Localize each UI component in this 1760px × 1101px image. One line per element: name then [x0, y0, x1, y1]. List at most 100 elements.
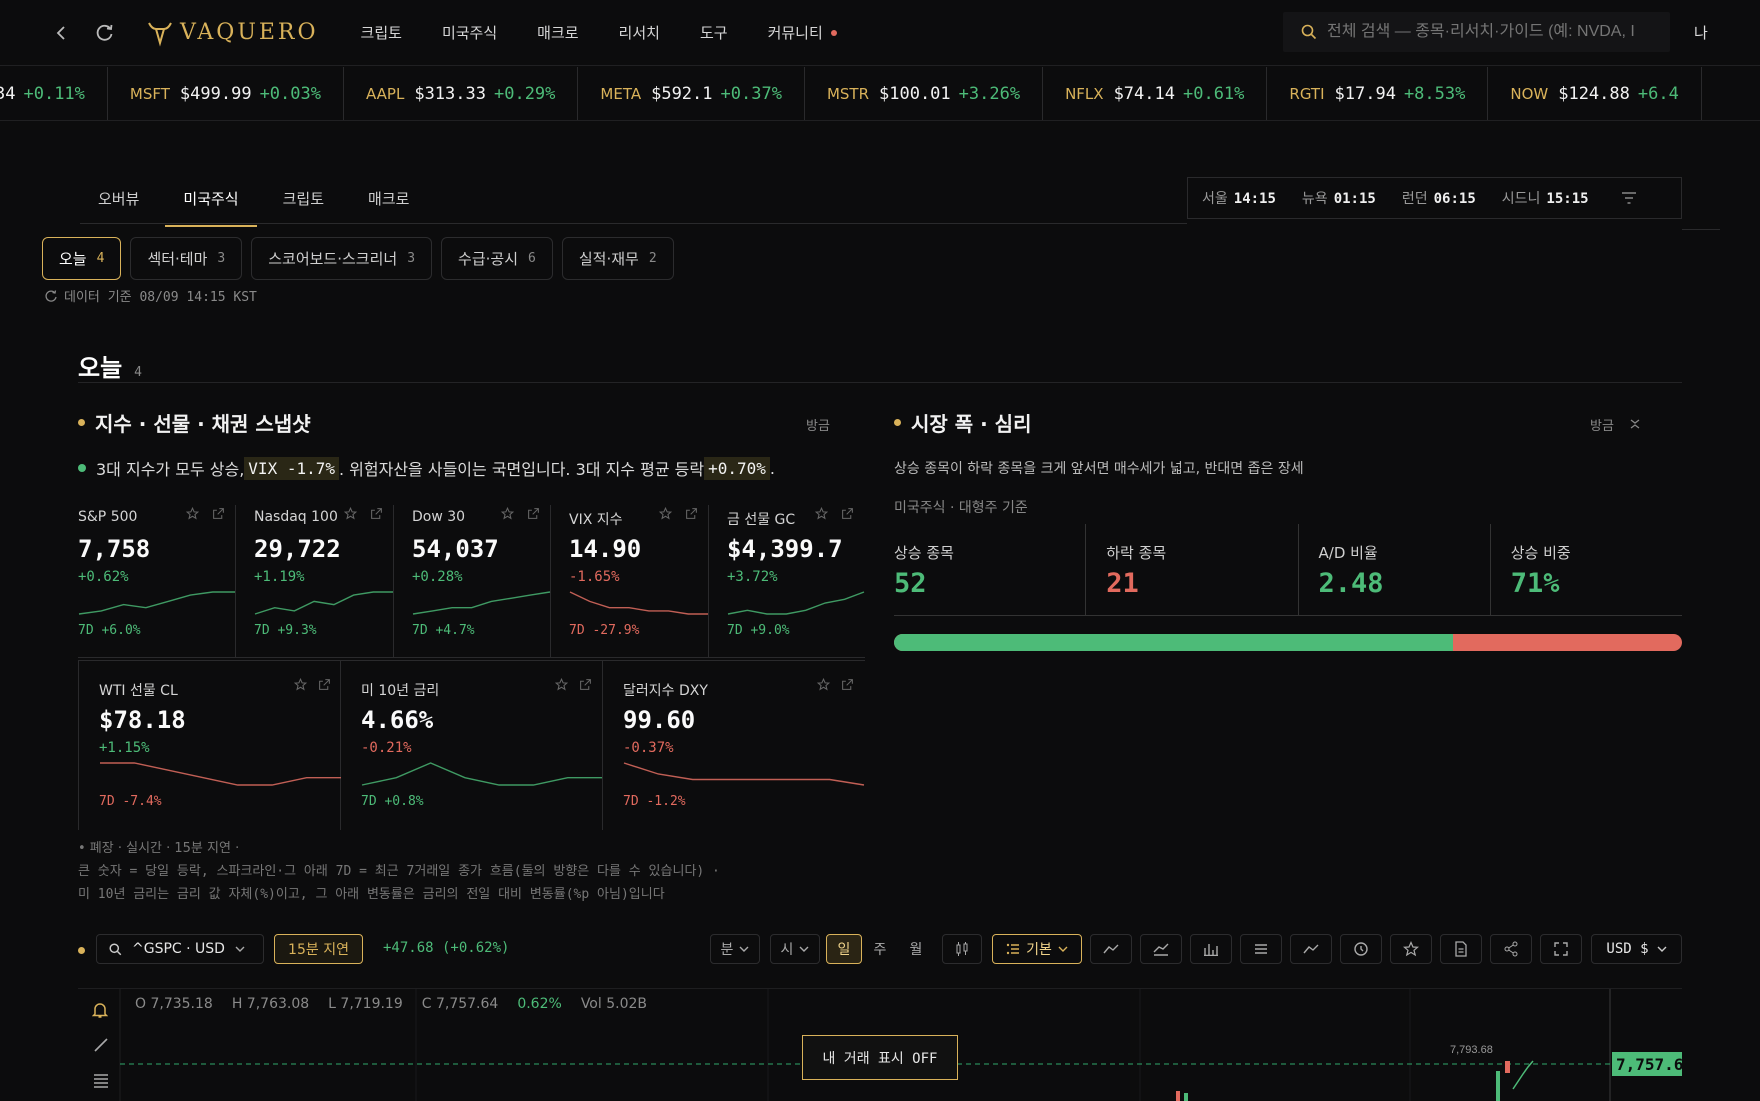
breadth-stats: 상승 종목 52 하락 종목 21 A/D 비율 2.48 상승 비중 71% — [894, 524, 1682, 616]
external-link-icon[interactable] — [579, 678, 592, 691]
nav-macro[interactable]: 매크로 — [537, 22, 578, 43]
fullscreen-button[interactable] — [1540, 934, 1582, 964]
snapshot-notes: • 폐장 · 실시간 · 15분 지연 · 큰 숫자 = 당일 등락, 스파크라… — [78, 837, 720, 906]
ticker-item[interactable]: 34 +0.11% — [0, 67, 108, 120]
ticker-item[interactable]: NFLX $74.14 +0.61% — [1043, 67, 1268, 120]
card-us10y[interactable]: 미 10년 금리 4.66% -0.21% 7D +0.8% — [341, 660, 603, 830]
document-icon — [1455, 941, 1467, 957]
favorite-button[interactable] — [1390, 934, 1432, 964]
logo[interactable]: VAQUERO — [146, 19, 319, 47]
external-link-icon[interactable] — [318, 678, 331, 691]
ticker-item[interactable]: MSTR $100.01 +3.26% — [805, 67, 1044, 120]
interval-hour[interactable]: 시 — [770, 934, 820, 964]
card-sp500[interactable]: S&P 500 7,758 +0.62% 7D +6.0% — [78, 505, 236, 658]
sparkline — [254, 591, 393, 615]
draw-button[interactable] — [1290, 934, 1332, 964]
external-link-icon[interactable] — [841, 678, 854, 691]
interval-month[interactable]: 월 — [902, 934, 930, 964]
card-vix[interactable]: VIX 지수 14.90 -1.65% 7D -27.9% — [551, 505, 709, 658]
refresh-icon[interactable] — [94, 22, 116, 44]
filter-icon[interactable] — [1621, 191, 1637, 205]
volume-button[interactable] — [1190, 934, 1232, 964]
star-icon[interactable] — [815, 507, 828, 520]
nav-community[interactable]: 커뮤니티 — [768, 22, 837, 43]
main-nav: 크립토 미국주식 매크로 리서치 도구 커뮤니티 — [361, 22, 877, 43]
subtab-scoreboard[interactable]: 스코어보드·스크리너 3 — [251, 237, 433, 280]
search-input[interactable] — [1327, 23, 1667, 41]
star-icon[interactable] — [555, 678, 568, 691]
card-name: 미 10년 금리 — [361, 683, 440, 699]
tab-overview[interactable]: 오버뷰 — [80, 178, 157, 227]
nav-us-stocks[interactable]: 미국주식 — [442, 22, 497, 43]
stat-value: 71% — [1510, 568, 1560, 599]
tab-crypto[interactable]: 크립토 — [265, 178, 342, 227]
card-name: Nasdaq 100 — [254, 509, 338, 525]
section-title-text: 오늘 — [78, 354, 123, 382]
star-icon[interactable] — [501, 507, 514, 520]
trendline-tool-icon[interactable] — [93, 1037, 109, 1053]
interval-minute[interactable]: 분 — [710, 934, 760, 964]
sparkline-path — [727, 591, 865, 615]
data-timestamp: 데이터 기준 08/09 14:15 KST — [44, 286, 257, 305]
external-link-icon[interactable] — [370, 507, 383, 520]
global-search[interactable] — [1283, 12, 1670, 52]
style-select[interactable]: 기본 — [992, 934, 1082, 964]
card-nasdaq100[interactable]: Nasdaq 100 29,722 +1.19% 7D +9.3% — [236, 505, 394, 658]
card-wti[interactable]: WTI 선물 CL $78.18 +1.15% 7D -7.4% — [78, 660, 341, 830]
indicator-button[interactable] — [1090, 934, 1132, 964]
my-trades-toggle[interactable]: 내 거래 표시 OFF — [802, 1035, 958, 1080]
symbol-select[interactable]: ^GSPC · USD — [96, 934, 264, 964]
star-icon[interactable] — [186, 507, 199, 520]
compare-button[interactable] — [1140, 934, 1182, 964]
external-link-icon[interactable] — [685, 507, 698, 520]
subtab-earnings[interactable]: 실적·재무 2 — [561, 237, 674, 280]
fib-tool-icon[interactable] — [93, 1073, 109, 1089]
ticker-item[interactable]: RGTI $17.94 +8.53% — [1267, 67, 1489, 120]
stat-advancers: 상승 종목 52 — [894, 524, 1087, 615]
external-link-icon[interactable] — [527, 507, 540, 520]
back-icon[interactable] — [50, 22, 72, 44]
zigzag-icon — [1303, 944, 1319, 954]
ticker-item[interactable]: AAPL $313.33 +0.29% — [344, 67, 579, 120]
share-button[interactable] — [1490, 934, 1532, 964]
star-icon[interactable] — [659, 507, 672, 520]
subtab-sector[interactable]: 섹터·테마 3 — [130, 237, 243, 280]
subtab-label: 섹터·테마 — [147, 250, 208, 268]
interval-day[interactable]: 일 — [826, 934, 862, 964]
ticker-item[interactable]: META $592.1 +0.37% — [578, 67, 805, 120]
card-change: +1.15% — [99, 740, 150, 756]
subtab-flows[interactable]: 수급·공시 6 — [441, 237, 553, 280]
subtab-today[interactable]: 오늘 4 — [42, 237, 122, 280]
ticker-item[interactable]: MSFT $499.99 +0.03% — [108, 67, 344, 120]
star-icon[interactable] — [817, 678, 830, 691]
menu-button[interactable] — [1240, 934, 1282, 964]
candle-type-button[interactable] — [942, 934, 982, 964]
card-name: S&P 500 — [78, 509, 138, 525]
external-link-icon[interactable] — [841, 507, 854, 520]
alert-bell-icon[interactable] — [92, 1001, 108, 1019]
ticker-item[interactable]: NOW $124.88 +6.4 — [1488, 67, 1702, 120]
ticker-price: $592.1 — [651, 84, 713, 104]
external-link-icon[interactable] — [212, 507, 225, 520]
user-menu[interactable]: 나 — [1694, 22, 1708, 43]
breadth-scope: 미국주식 · 대형주 기준 — [894, 500, 1028, 516]
nav-tools[interactable]: 도구 — [700, 22, 728, 43]
card-dxy[interactable]: 달러지수 DXY 99.60 -0.37% 7D -1.2% — [603, 660, 865, 830]
star-icon[interactable] — [344, 507, 357, 520]
ticker-change: +0.11% — [23, 84, 85, 104]
nav-label: 리서치 — [618, 24, 660, 42]
currency-select[interactable]: USD $ — [1591, 934, 1682, 964]
nav-crypto[interactable]: 크립토 — [361, 22, 402, 43]
notes-button[interactable] — [1440, 934, 1482, 964]
interval-week[interactable]: 주 — [866, 934, 894, 964]
snapshot-updated: 방금 — [806, 419, 830, 434]
star-icon[interactable] — [294, 678, 307, 691]
tab-us-stocks[interactable]: 미국주식 — [165, 178, 257, 227]
card-dow30[interactable]: Dow 30 54,037 +0.28% 7D +4.7% — [394, 505, 551, 658]
ticker-change: +0.29% — [493, 84, 556, 104]
history-button[interactable] — [1340, 934, 1382, 964]
nav-research[interactable]: 리서치 — [619, 22, 660, 43]
collapse-icon[interactable] — [1629, 418, 1641, 430]
card-gold[interactable]: 금 선물 GC $4,399.7 +3.72% 7D +9.0% — [709, 505, 865, 658]
tab-macro[interactable]: 매크로 — [350, 178, 427, 227]
